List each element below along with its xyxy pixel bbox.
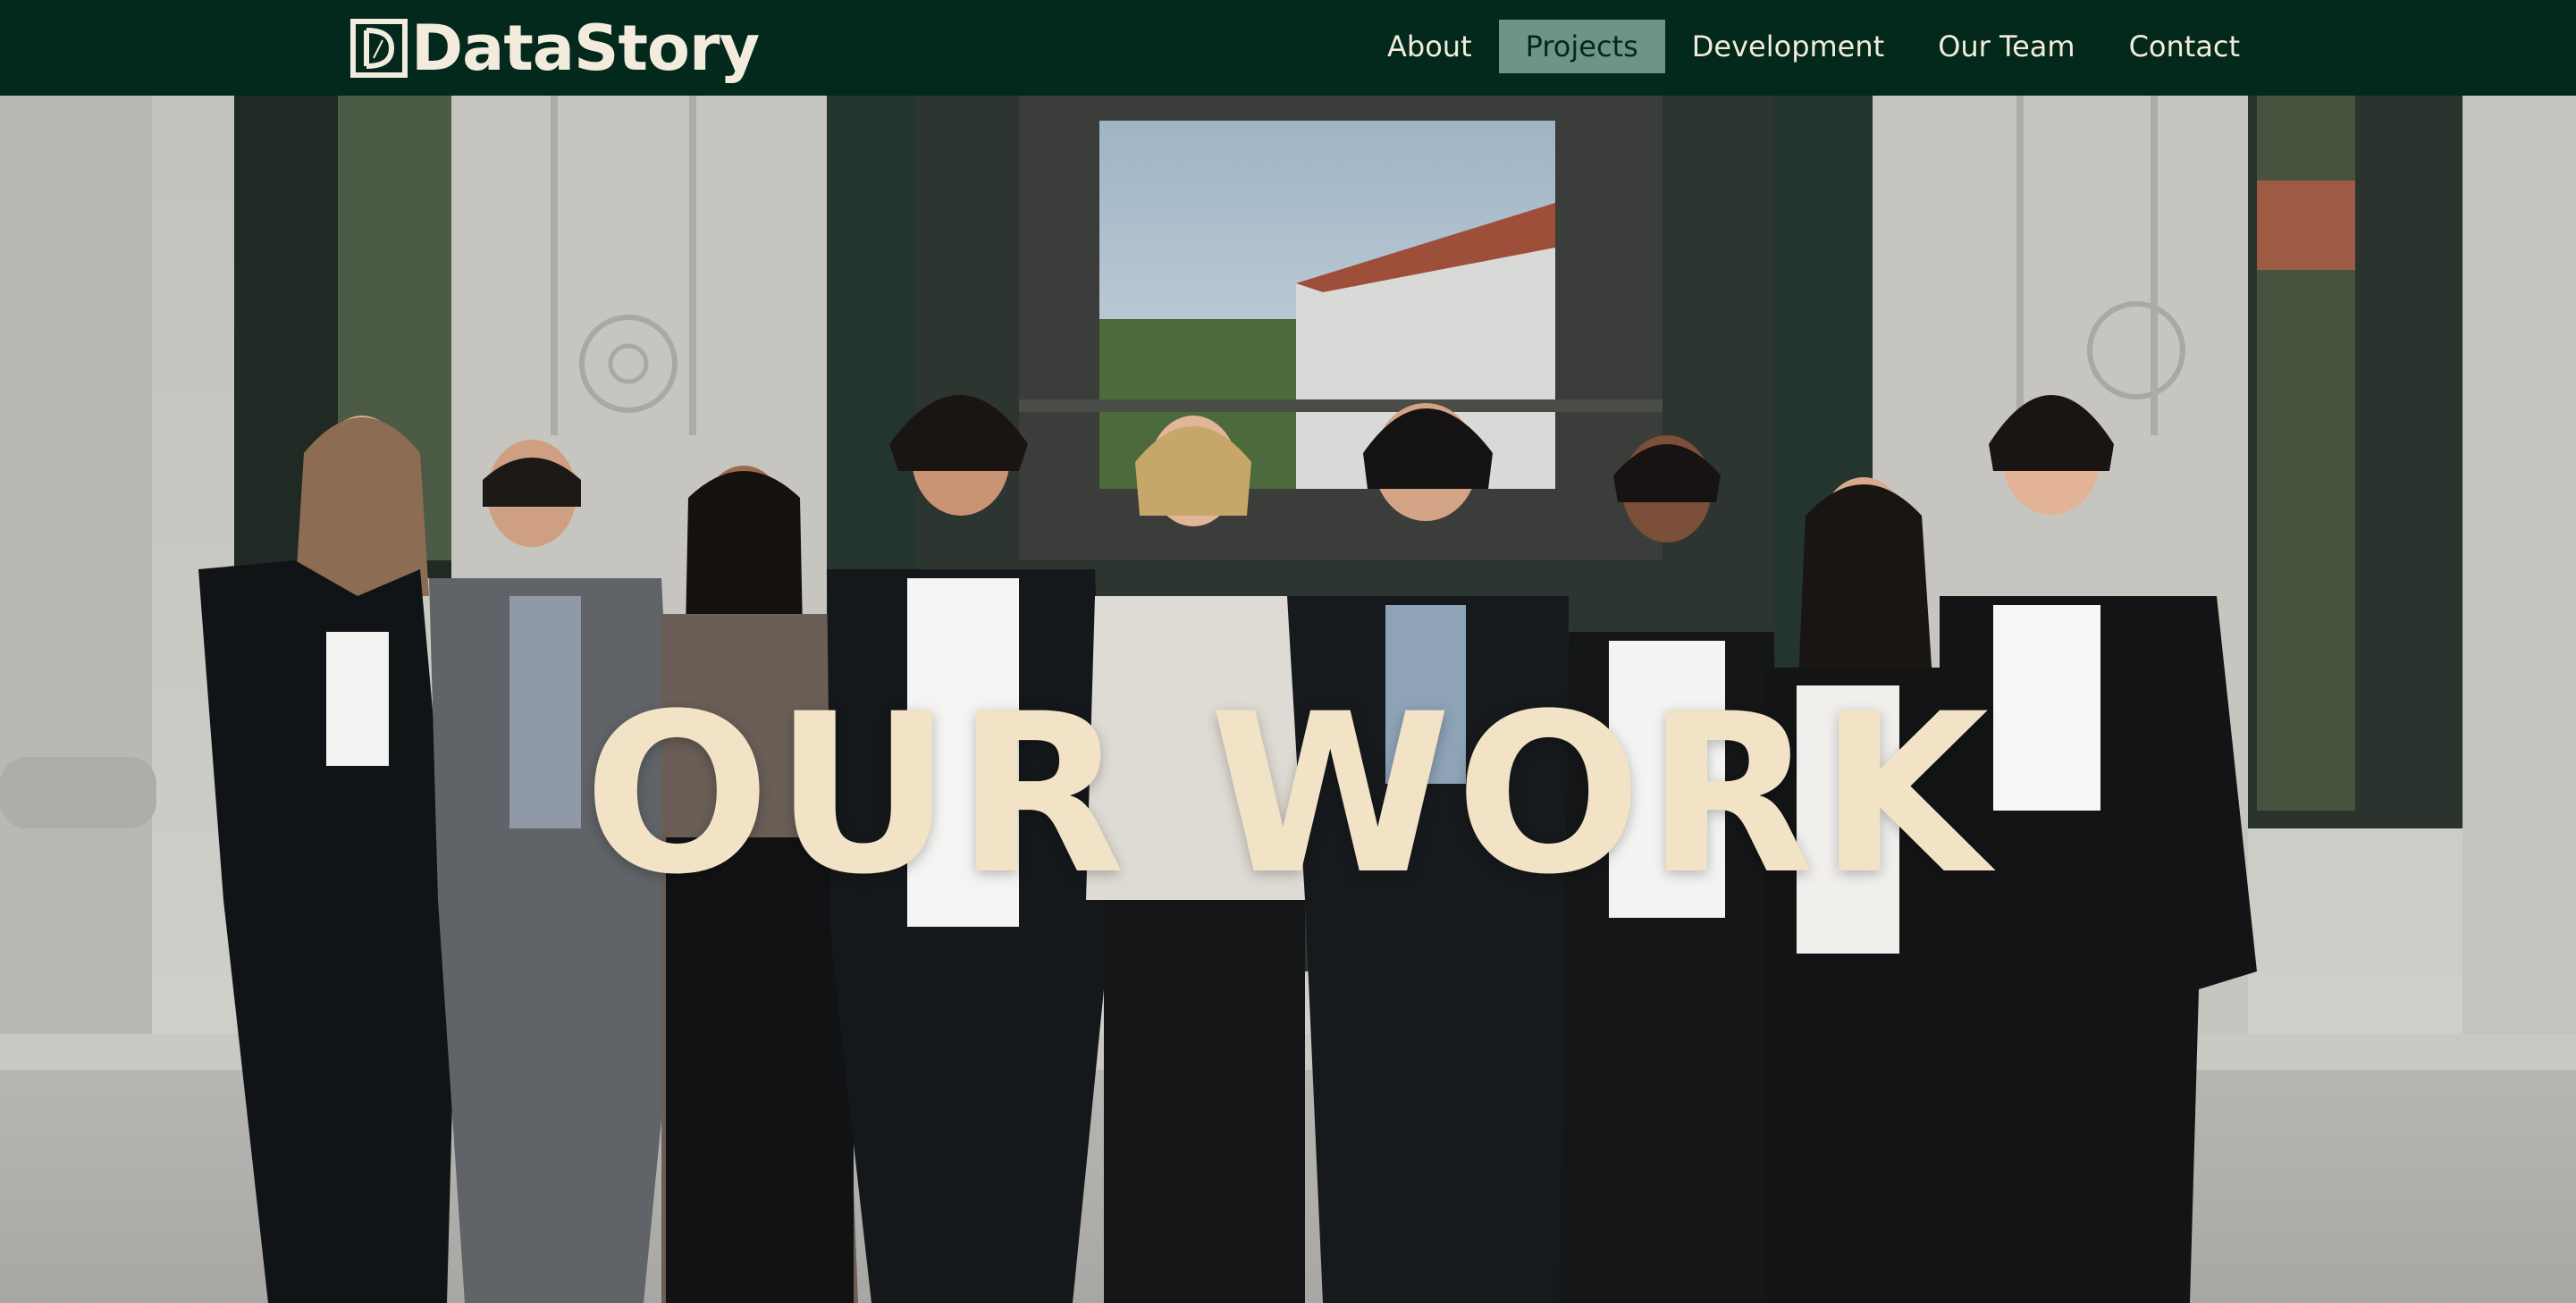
brand-name: DataStory — [411, 12, 760, 85]
main-nav: About Projects Development Our Team Cont… — [1360, 20, 2267, 73]
datastory-logo-icon — [350, 19, 408, 78]
nav-development[interactable]: Development — [1665, 20, 1911, 73]
nav-our-team[interactable]: Our Team — [1911, 20, 2101, 73]
top-navbar: DataStory About Projects Development Our… — [0, 0, 2576, 96]
nav-projects[interactable]: Projects — [1498, 20, 1665, 73]
nav-about[interactable]: About — [1360, 20, 1499, 73]
hero-title: OUR WORK — [583, 668, 1993, 923]
hero-section: OUR WORK — [0, 96, 2576, 1303]
nav-contact[interactable]: Contact — [2102, 20, 2268, 73]
brand-logo-link[interactable]: DataStory — [350, 12, 760, 85]
